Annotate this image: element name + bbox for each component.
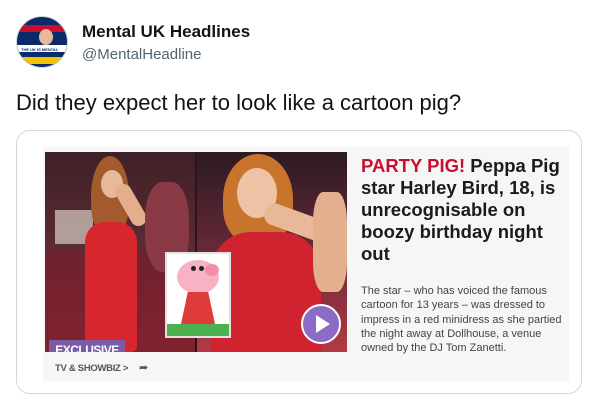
tweet-image-card[interactable]: EXCLUSIVE PARTY PIG! Peppa Pig star Harl… (16, 130, 582, 394)
tweet-text: Did they expect her to look like a carto… (16, 90, 462, 115)
display-name[interactable]: Mental UK Headlines (82, 22, 250, 42)
tweet-header: THE UK IS MENTAL Mental UK Headlines @Me… (16, 16, 576, 72)
article-summary: The star – who has voiced the famous car… (361, 285, 562, 355)
play-video-button[interactable] (301, 304, 341, 344)
peppa-pig-inset-image (165, 252, 231, 338)
play-icon (316, 315, 330, 333)
share-arrow-icon[interactable]: ➦ (139, 361, 148, 374)
article-screenshot: EXCLUSIVE PARTY PIG! Peppa Pig star Harl… (43, 147, 569, 381)
user-handle[interactable]: @MentalHeadline (82, 46, 201, 63)
avatar-logo-text: THE UK IS MENTAL (21, 47, 59, 52)
headline-highlight: PARTY PIG! (361, 155, 466, 176)
article-photo: EXCLUSIVE (45, 152, 347, 352)
avatar[interactable]: THE UK IS MENTAL (16, 16, 68, 68)
exclusive-badge: EXCLUSIVE (49, 340, 125, 352)
article-headline: PARTY PIG! Peppa Pig star Harley Bird, 1… (361, 155, 565, 265)
section-link-tv-showbiz[interactable]: TV & SHOWBIZ > (55, 363, 128, 374)
